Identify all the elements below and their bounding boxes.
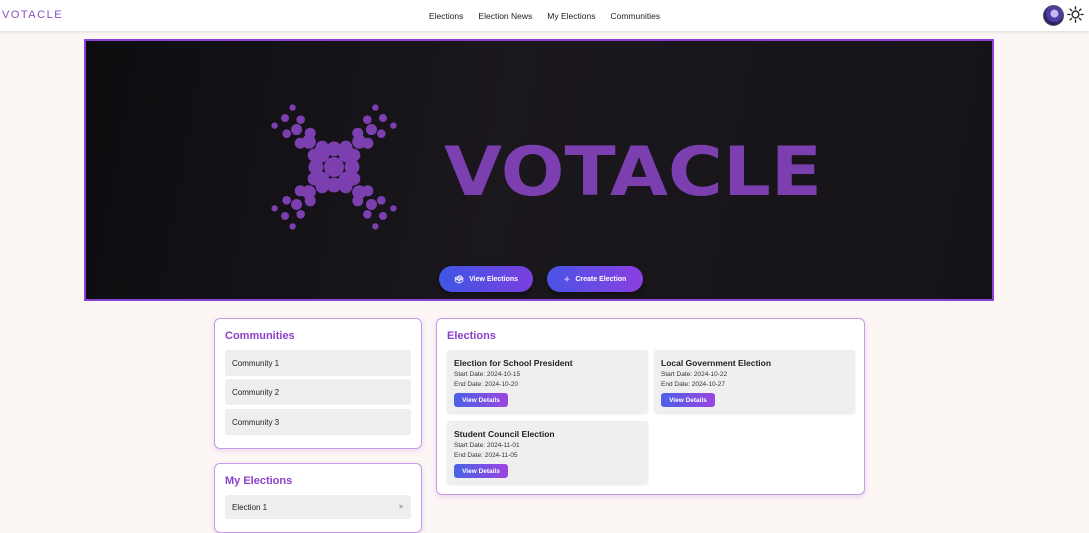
hero-banner: VOTACLE 🗳 View Elections ✦ Create Electi… bbox=[84, 39, 994, 301]
nav-elections[interactable]: Elections bbox=[429, 11, 464, 21]
logo-dot bbox=[294, 137, 306, 149]
my-elections-title: My Elections bbox=[225, 475, 293, 487]
logo-dot bbox=[326, 177, 342, 193]
logo-dot bbox=[372, 104, 379, 111]
logo-dot bbox=[365, 124, 377, 136]
logo-dot bbox=[282, 196, 291, 205]
election-title: Election for School President bbox=[454, 358, 573, 368]
logo-dot bbox=[281, 211, 290, 220]
elections-title: Elections bbox=[447, 330, 496, 342]
election-end-date: End Date: 2024-10-20 bbox=[454, 381, 518, 388]
logo-dot bbox=[289, 223, 296, 230]
election-card: Student Council Election Start Date: 202… bbox=[447, 421, 648, 484]
votacle-x-logo-icon bbox=[271, 104, 397, 230]
logo-dot bbox=[390, 122, 397, 129]
nav-communities[interactable]: Communities bbox=[610, 11, 660, 21]
election-start-date: Start Date: 2024-10-15 bbox=[454, 371, 521, 378]
logo-dot bbox=[294, 185, 306, 197]
svg-text:VOTACLE: VOTACLE bbox=[444, 141, 822, 201]
logo-dot bbox=[271, 205, 278, 212]
nav-my-elections[interactable]: My Elections bbox=[547, 11, 595, 21]
logo-dot bbox=[304, 127, 316, 139]
logo-dot bbox=[377, 196, 386, 205]
community-item[interactable]: Community 2 bbox=[225, 379, 411, 405]
logo-dot bbox=[378, 211, 387, 220]
chevron-right-icon: > bbox=[398, 503, 403, 511]
view-elections-button[interactable]: 🗳 View Elections bbox=[439, 266, 533, 292]
logo-dot bbox=[315, 180, 329, 194]
community-item[interactable]: Community 1 bbox=[225, 350, 411, 376]
view-details-button[interactable]: View Details bbox=[454, 464, 508, 478]
logo-dot bbox=[352, 195, 364, 207]
election-start-date: Start Date: 2024-10-22 bbox=[661, 371, 728, 378]
logo-dot bbox=[363, 115, 372, 124]
logo-dot bbox=[291, 124, 303, 136]
sun-icon[interactable] bbox=[1067, 6, 1084, 23]
top-navbar: VOTACLE Elections Election News My Elect… bbox=[0, 0, 1089, 31]
election-end-date: End Date: 2024-10-27 bbox=[661, 381, 725, 388]
my-election-item[interactable]: Election 1 > bbox=[225, 495, 411, 519]
user-avatar[interactable] bbox=[1043, 5, 1064, 26]
election-title: Local Government Election bbox=[661, 358, 772, 368]
logo-dot bbox=[365, 198, 377, 210]
create-election-button[interactable]: ✦ Create Election bbox=[547, 266, 643, 292]
logo-dot bbox=[344, 159, 360, 175]
logo-dot bbox=[372, 223, 379, 230]
logo-dot bbox=[339, 180, 353, 194]
election-end-date: End Date: 2024-11-05 bbox=[454, 452, 518, 459]
community-item[interactable]: Community 3 bbox=[225, 409, 411, 435]
logo-dot bbox=[315, 140, 329, 154]
logo-dot bbox=[362, 185, 374, 197]
logo-dot bbox=[377, 129, 386, 138]
logo-dot bbox=[326, 141, 342, 157]
create-election-label: Create Election bbox=[575, 275, 627, 283]
my-election-label: Election 1 bbox=[232, 502, 268, 512]
logo-dot bbox=[352, 127, 364, 139]
view-details-button[interactable]: View Details bbox=[454, 393, 508, 407]
ballot-box-icon: 🗳 bbox=[453, 274, 465, 284]
view-elections-label: View Elections bbox=[469, 275, 519, 283]
logo-dot bbox=[339, 140, 353, 154]
logo-dot bbox=[296, 210, 305, 219]
logo-dot bbox=[363, 210, 372, 219]
election-title: Student Council Election bbox=[454, 429, 555, 439]
logo-dot bbox=[289, 104, 296, 111]
logo-dot bbox=[271, 122, 278, 129]
nav-election-news[interactable]: Election News bbox=[478, 11, 532, 21]
logo-dot bbox=[281, 114, 290, 123]
elections-card: Elections Election for School President … bbox=[436, 318, 865, 495]
logo-dot bbox=[282, 129, 291, 138]
logo-dot bbox=[390, 205, 397, 212]
logo-dot bbox=[308, 159, 324, 175]
logo-dot bbox=[296, 115, 305, 124]
communities-card: Communities Community 1 Community 2 Comm… bbox=[214, 318, 422, 449]
election-card: Election for School President Start Date… bbox=[447, 350, 648, 413]
logo-dot bbox=[362, 137, 374, 149]
sparkle-icon: ✦ bbox=[563, 274, 571, 284]
votacle-wordmark: VOTACLE bbox=[444, 141, 822, 201]
view-details-button[interactable]: View Details bbox=[661, 393, 715, 407]
election-card: Local Government Election Start Date: 20… bbox=[654, 350, 855, 413]
logo-dot bbox=[378, 114, 387, 123]
communities-title: Communities bbox=[225, 330, 295, 342]
main-nav: Elections Election News My Elections Com… bbox=[0, 0, 1089, 31]
election-start-date: Start Date: 2024-11-01 bbox=[454, 442, 520, 449]
logo-dot bbox=[291, 198, 303, 210]
logo-dot bbox=[304, 195, 316, 207]
